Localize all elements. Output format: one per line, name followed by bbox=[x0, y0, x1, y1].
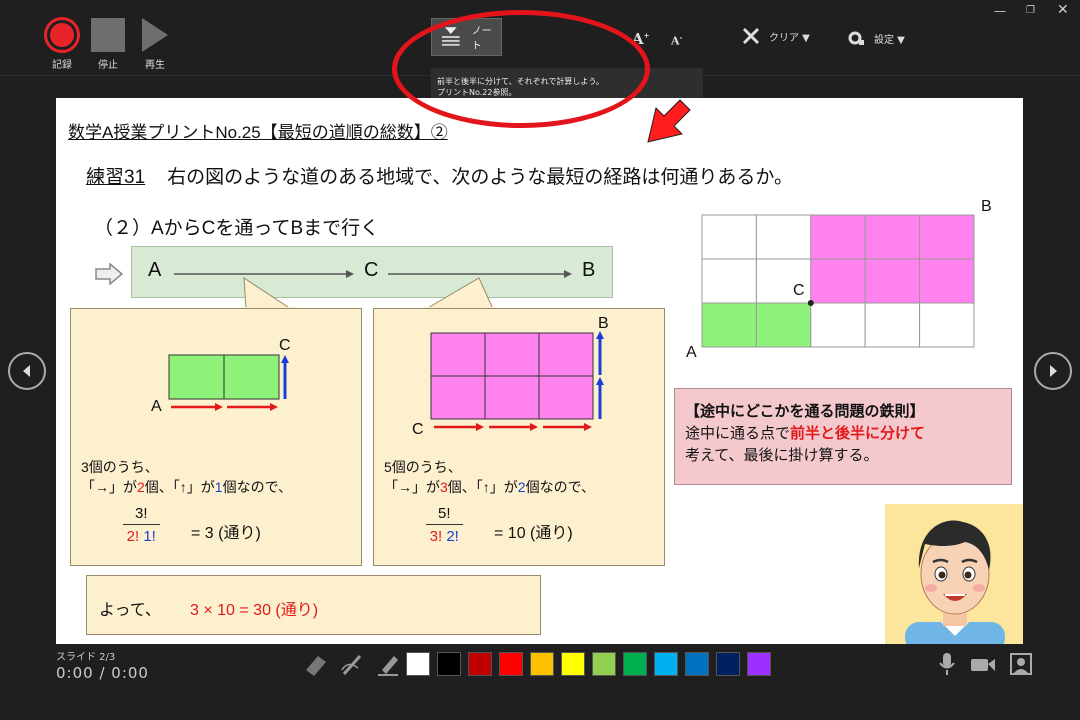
first-grid-label-a: A bbox=[151, 398, 162, 415]
minimize-icon[interactable]: — bbox=[994, 4, 1006, 18]
notes-icon bbox=[441, 27, 460, 46]
notes-line-1: 前半と後半に分けて、それぞれで計算しよう。 bbox=[437, 77, 604, 86]
notes-label: ノート bbox=[471, 26, 492, 52]
map-label-c: C bbox=[793, 282, 805, 299]
presenter-illustration bbox=[905, 520, 1005, 644]
stop-button[interactable]: 停止 bbox=[86, 14, 130, 71]
first-grid-label-c: C bbox=[279, 337, 291, 354]
camera-preview-icon[interactable] bbox=[1010, 653, 1032, 675]
annotation-arrow-icon bbox=[647, 99, 691, 143]
close-icon[interactable]: ✕ bbox=[1057, 2, 1069, 18]
chevron-left-icon bbox=[23, 365, 30, 377]
restore-icon[interactable]: ❐ bbox=[1026, 5, 1035, 16]
conclusion-box: よって、 3 × 10 = 30 (通り) bbox=[86, 575, 541, 635]
stop-icon bbox=[91, 18, 125, 52]
first-half-fraction: 3! 2! 1! bbox=[123, 505, 160, 545]
callout-pointers bbox=[241, 277, 496, 311]
ink-tools bbox=[302, 650, 402, 678]
clear-label: クリア ▼ bbox=[769, 32, 810, 44]
second-half-calculation: C B 5個のうち、 「→」が3個、「↑」が2個なので、 5! 3! 2! = … bbox=[373, 308, 665, 566]
color-swatch-green[interactable] bbox=[623, 652, 647, 676]
gear-icon bbox=[848, 31, 864, 45]
second-half-line-1: 5個のうち、 bbox=[384, 459, 462, 475]
microphone-icon[interactable] bbox=[938, 652, 956, 676]
play-icon bbox=[142, 18, 168, 52]
eraser-icon[interactable] bbox=[302, 650, 330, 678]
play-button[interactable]: 再生 bbox=[133, 14, 177, 71]
slide-counter: スライド 2/3 bbox=[56, 652, 116, 663]
clear-x-icon bbox=[742, 27, 760, 45]
rule-callout: 【途中にどこかを通る問題の鉄則】 途中に通る点で前半と後半に分けて 考えて、最後に… bbox=[674, 388, 1012, 485]
next-slide-button[interactable] bbox=[1034, 352, 1072, 390]
record-label: 記録 bbox=[52, 60, 72, 71]
second-half-result: = 10 (通り) bbox=[494, 525, 573, 542]
color-swatch-dark-red[interactable] bbox=[468, 652, 492, 676]
map-label-a: A bbox=[686, 344, 697, 361]
color-swatch-light-blue[interactable] bbox=[654, 652, 678, 676]
first-half-result: = 3 (通り) bbox=[191, 525, 261, 542]
stop-label: 停止 bbox=[98, 60, 118, 71]
first-half-line-1: 3個のうち、 bbox=[81, 459, 159, 475]
camera-icon[interactable] bbox=[970, 654, 996, 674]
previous-slide-button[interactable] bbox=[8, 352, 46, 390]
rule-text: 途中に通る点で前半と後半に分けて 考えて、最後に掛け算する。 bbox=[685, 425, 926, 464]
recording-timer: 0:00 / 0:00 bbox=[56, 664, 149, 682]
clear-button[interactable]: クリア ▼ bbox=[741, 26, 810, 46]
first-half-line-2: 「→」が2個、「↑」が1個なので、 bbox=[81, 479, 293, 495]
color-swatch-navy[interactable] bbox=[716, 652, 740, 676]
second-half-grid bbox=[430, 331, 604, 431]
route-map-grid bbox=[701, 214, 975, 348]
notes-line-2: プリントNo.22参照。 bbox=[437, 88, 517, 97]
map-label-b: B bbox=[981, 198, 992, 215]
color-swatch-black[interactable] bbox=[437, 652, 461, 676]
font-decrease-button[interactable]: A- bbox=[671, 33, 682, 48]
pen-color-palette bbox=[406, 652, 771, 676]
second-half-fraction: 5! 3! 2! bbox=[426, 505, 463, 545]
conclusion-label: よって、 bbox=[99, 602, 161, 619]
chevron-right-icon bbox=[1050, 365, 1057, 377]
second-grid-label-c: C bbox=[412, 421, 424, 438]
media-toggles bbox=[938, 652, 1032, 676]
settings-label: 設定 ▼ bbox=[874, 34, 905, 46]
record-button[interactable]: 記録 bbox=[40, 14, 84, 71]
first-half-grid bbox=[168, 354, 289, 411]
color-swatch-yellow[interactable] bbox=[561, 652, 585, 676]
pen-icon[interactable] bbox=[338, 650, 366, 678]
rule-title: 【途中にどこかを通る問題の鉄則】 bbox=[685, 403, 925, 420]
record-icon bbox=[44, 17, 80, 53]
conclusion-value: 3 × 10 = 30 (通り) bbox=[190, 602, 319, 619]
settings-button[interactable]: 設定 ▼ bbox=[846, 28, 905, 48]
highlighter-icon[interactable] bbox=[374, 650, 402, 678]
color-swatch-purple[interactable] bbox=[747, 652, 771, 676]
color-swatch-orange[interactable] bbox=[530, 652, 554, 676]
play-label: 再生 bbox=[145, 60, 165, 71]
second-half-line-2: 「→」が3個、「↑」が2個なので、 bbox=[384, 479, 596, 495]
color-swatch-white[interactable] bbox=[406, 652, 430, 676]
notes-toggle-button[interactable]: ノート bbox=[431, 18, 502, 56]
first-half-calculation: A C 3個のうち、 「→」が2個、「↑」が1個なので、 3! 2! 1! = … bbox=[70, 308, 362, 566]
color-swatch-red[interactable] bbox=[499, 652, 523, 676]
slide-canvas: 数学A授業プリントNo.25【最短の道順の総数】② 練習31 右の図のような道のあ… bbox=[56, 98, 1023, 644]
color-swatch-light-green[interactable] bbox=[592, 652, 616, 676]
color-swatch-blue[interactable] bbox=[685, 652, 709, 676]
presenter-avatar bbox=[885, 504, 1023, 644]
recording-toolbar: 記録 停止 再生 ノート A+ A- クリア ▼ 設定 ▼ — ❐ ✕ bbox=[0, 0, 1080, 76]
font-increase-button[interactable]: A+ bbox=[632, 30, 650, 48]
second-grid-label-b: B bbox=[598, 315, 609, 332]
